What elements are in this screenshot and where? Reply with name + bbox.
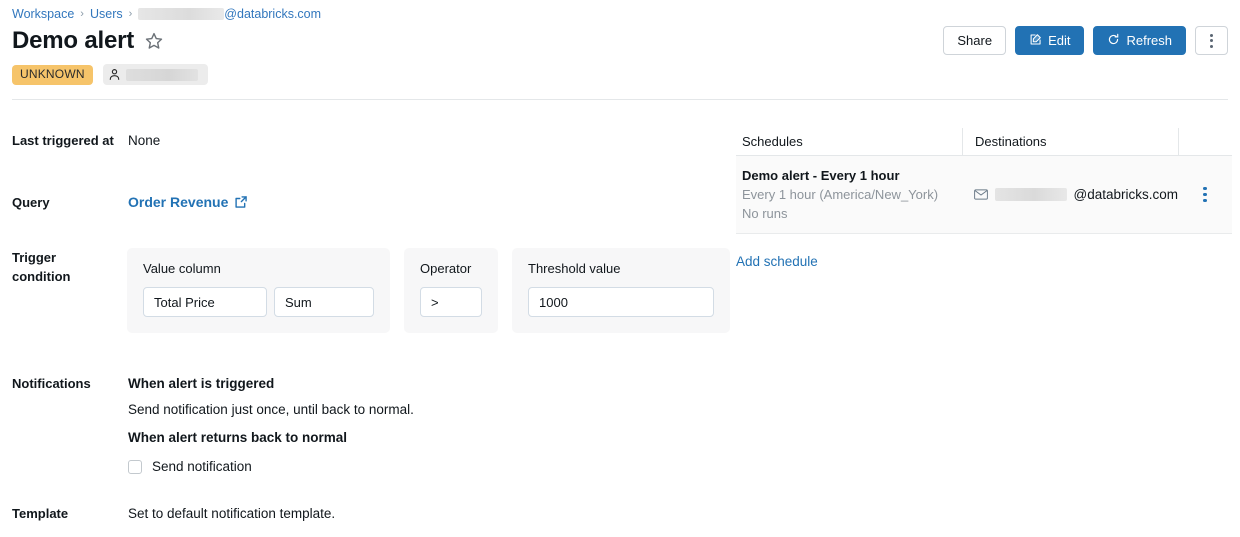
operator-group: Operator > [404,248,498,333]
status-badge: UNKNOWN [12,65,93,85]
value-column-group: Value column Total Price Sum [127,248,390,333]
operator-label: Operator [420,261,482,277]
breadcrumb-separator-1: › [80,6,84,22]
row-actions-cell [1178,183,1232,207]
row-kebab-menu-icon[interactable] [1199,183,1211,207]
kebab-menu-icon [1210,34,1213,48]
add-schedule-link[interactable]: Add schedule [736,254,818,269]
value-column-input[interactable]: Total Price [143,287,267,317]
alert-detail-page: Workspace › Users › @databricks.com Demo… [0,0,1240,537]
last-triggered-value: None [128,132,160,150]
operator-input[interactable]: > [420,287,482,317]
destination-email-domain: @databricks.com [1074,187,1179,202]
destination-cell: @databricks.com [962,187,1178,202]
field-trigger-condition: Trigger condition Value column Total Pri… [0,248,730,333]
refresh-button-label: Refresh [1126,33,1172,48]
when-triggered-text: Send notification just once, until back … [128,401,414,419]
trigger-label-line2: condition [12,267,127,286]
notifications-label: Notifications [0,375,128,393]
refresh-button[interactable]: Refresh [1093,26,1186,55]
threshold-label: Threshold value [528,261,714,277]
value-column-label: Value column [143,261,374,277]
external-link-icon [234,195,248,209]
trigger-condition-label: Trigger condition [0,248,127,286]
aggregation-input[interactable]: Sum [274,287,374,317]
breadcrumb-user[interactable]: @databricks.com [138,6,321,22]
breadcrumb: Workspace › Users › @databricks.com [12,6,321,22]
column-header-destinations: Destinations [962,128,1178,155]
page-title: Demo alert [12,27,134,55]
meta-row: UNKNOWN [12,64,208,85]
redacted-owner-name [126,69,198,81]
notifications-block: When alert is triggered Send notificatio… [128,375,414,476]
pencil-square-icon [1029,33,1042,49]
query-link-label: Order Revenue [128,194,228,210]
breadcrumb-users[interactable]: Users [90,6,123,22]
value-column-inputs: Total Price Sum [143,287,374,317]
table-row[interactable]: Demo alert - Every 1 hour Every 1 hour (… [736,156,1232,234]
query-link[interactable]: Order Revenue [128,194,248,210]
redacted-destination-email [995,188,1067,201]
schedule-name: Demo alert - Every 1 hour [742,166,952,185]
operator-inputs: > [420,287,482,317]
when-normal-heading: When alert returns back to normal [128,429,414,447]
alert-details-pane: Last triggered at None Query Order Reven… [0,110,730,523]
column-header-actions [1178,128,1232,155]
schedules-table: Schedules Destinations Demo alert - Ever… [736,128,1232,234]
more-options-button[interactable] [1195,26,1228,55]
breadcrumb-user-domain: @databricks.com [224,6,321,22]
star-outline-icon[interactable] [144,31,164,51]
when-triggered-heading: When alert is triggered [128,375,414,393]
trigger-label-line1: Trigger [12,248,127,267]
field-template: Template Set to default notification tem… [0,505,730,523]
threshold-inputs: 1000 [528,287,714,317]
share-button[interactable]: Share [943,26,1006,55]
breadcrumb-separator-2: › [129,6,133,22]
schedule-frequency: Every 1 hour (America/New_York) [742,185,952,204]
owner-chip [103,64,208,85]
redacted-username [138,8,224,20]
send-notification-checkbox[interactable] [128,460,142,474]
field-last-triggered: Last triggered at None [0,132,730,150]
edit-button[interactable]: Edit [1015,26,1084,55]
header-divider [12,99,1228,100]
person-icon [108,68,121,81]
page-actions: Share Edit Refresh [943,26,1228,55]
edit-button-label: Edit [1048,33,1070,48]
threshold-input[interactable]: 1000 [528,287,714,317]
column-header-schedules: Schedules [736,128,962,155]
refresh-icon [1107,33,1120,49]
mail-icon [974,189,988,200]
template-label: Template [0,505,128,523]
schedule-cell: Demo alert - Every 1 hour Every 1 hour (… [736,156,962,233]
title-row: Demo alert [12,27,164,55]
last-triggered-label: Last triggered at [0,132,128,150]
schedule-runs: No runs [742,204,952,223]
field-query: Query Order Revenue [0,194,730,212]
schedules-table-header: Schedules Destinations [736,128,1232,156]
field-notifications: Notifications When alert is triggered Se… [0,375,730,476]
template-value: Set to default notification template. [128,505,335,523]
send-notification-label: Send notification [152,458,252,476]
query-label: Query [0,194,128,212]
send-notification-row[interactable]: Send notification [128,458,414,476]
schedules-pane: Schedules Destinations Demo alert - Ever… [736,128,1232,271]
trigger-condition-groups: Value column Total Price Sum Operator > … [127,248,730,333]
threshold-group: Threshold value 1000 [512,248,730,333]
breadcrumb-workspace[interactable]: Workspace [12,6,74,22]
